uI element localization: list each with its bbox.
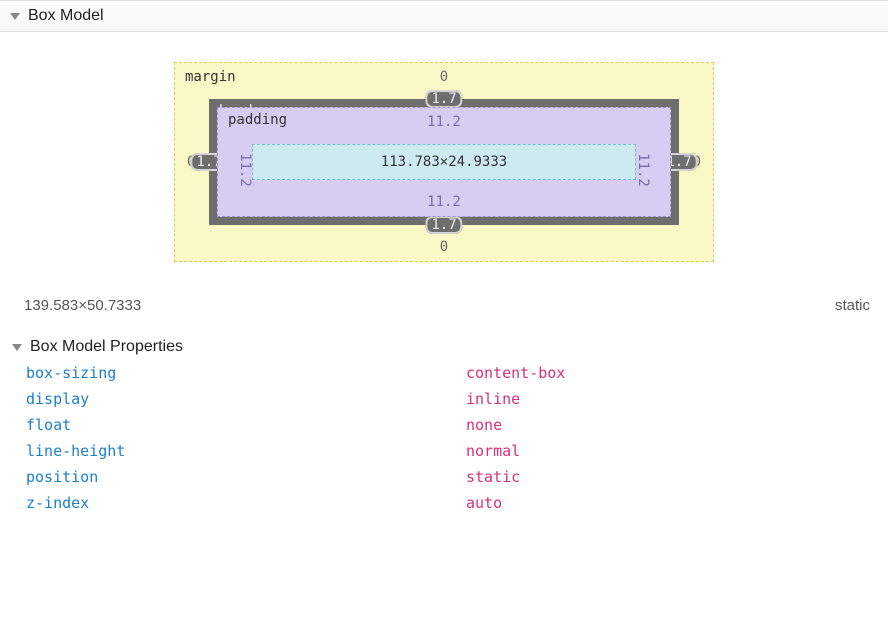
- element-dimensions: 139.583×50.7333: [24, 297, 141, 314]
- border-region[interactable]: border 1.7 1.7 1.7 1.7 padding 11.2 11.2…: [209, 99, 679, 225]
- box-model-diagram-container: margin 0 0 0 0 border 1.7 1.7 1.7 1.7 pa…: [0, 32, 888, 287]
- chevron-down-icon: [10, 13, 20, 20]
- padding-bottom-value[interactable]: 11.2: [427, 194, 461, 210]
- margin-label: margin: [185, 69, 236, 85]
- margin-top-value[interactable]: 0: [440, 69, 448, 85]
- property-row[interactable]: displayinline: [26, 386, 888, 412]
- padding-left-value[interactable]: 11.2: [237, 153, 253, 187]
- property-value: auto: [466, 494, 502, 512]
- property-name: line-height: [26, 442, 466, 460]
- padding-top-value[interactable]: 11.2: [427, 114, 461, 130]
- content-region[interactable]: 113.783×24.9333: [252, 144, 636, 180]
- section-header-properties[interactable]: Box Model Properties: [0, 332, 888, 358]
- property-row[interactable]: floatnone: [26, 412, 888, 438]
- property-row[interactable]: z-indexauto: [26, 490, 888, 516]
- element-position-mode: static: [835, 297, 870, 314]
- padding-region[interactable]: padding 11.2 11.2 11.2 11.2 113.783×24.9…: [217, 107, 671, 217]
- margin-region[interactable]: margin 0 0 0 0 border 1.7 1.7 1.7 1.7 pa…: [174, 62, 714, 262]
- padding-right-value[interactable]: 11.2: [635, 153, 651, 187]
- property-name: box-sizing: [26, 364, 466, 382]
- property-row[interactable]: positionstatic: [26, 464, 888, 490]
- section-header-box-model[interactable]: Box Model: [0, 0, 888, 32]
- properties-list: box-sizingcontent-boxdisplayinlinefloatn…: [0, 358, 888, 526]
- property-value: normal: [466, 442, 520, 460]
- property-name: float: [26, 416, 466, 434]
- section-title: Box Model: [28, 7, 104, 25]
- content-dimensions: 113.783×24.9333: [381, 154, 507, 170]
- property-name: position: [26, 468, 466, 486]
- margin-bottom-value[interactable]: 0: [440, 239, 448, 255]
- property-row[interactable]: line-heightnormal: [26, 438, 888, 464]
- property-name: z-index: [26, 494, 466, 512]
- border-top-value[interactable]: 1.7: [425, 90, 462, 108]
- info-row: 139.583×50.7333 static: [0, 287, 888, 332]
- property-value: none: [466, 416, 502, 434]
- padding-label: padding: [228, 112, 287, 128]
- chevron-down-icon: [12, 344, 22, 351]
- property-value: content-box: [466, 364, 565, 382]
- property-value: inline: [466, 390, 520, 408]
- property-value: static: [466, 468, 520, 486]
- border-bottom-value[interactable]: 1.7: [425, 216, 462, 234]
- property-row[interactable]: box-sizingcontent-box: [26, 360, 888, 386]
- section-title: Box Model Properties: [30, 338, 183, 356]
- property-name: display: [26, 390, 466, 408]
